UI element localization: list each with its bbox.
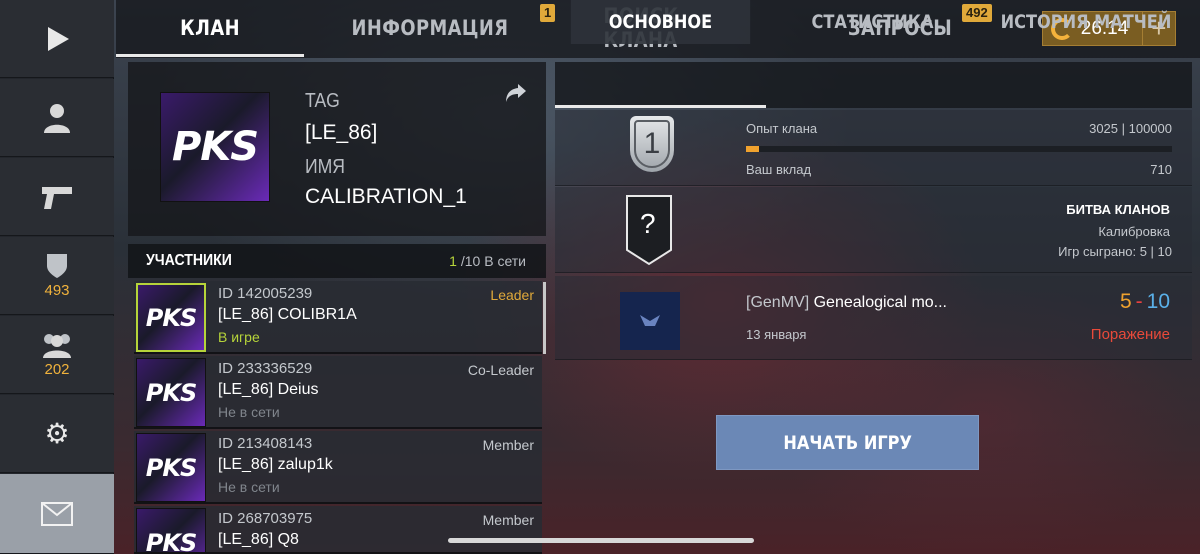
active-tab-indicator xyxy=(116,54,304,57)
tab-clan[interactable]: КЛАН xyxy=(130,0,290,56)
member-id: ID 142005239 xyxy=(218,285,313,302)
friends-icon xyxy=(43,334,71,358)
member-status: Не в сети xyxy=(218,479,280,495)
opponent-logo xyxy=(620,292,680,350)
sidebar-item-mail[interactable] xyxy=(0,474,114,554)
member-status: В игре xyxy=(218,329,260,345)
sidebar-item-friends[interactable]: 202 xyxy=(0,316,114,394)
member-avatar-text: PKS xyxy=(145,378,197,407)
tab-overview[interactable]: ОСНОВНОЕ xyxy=(570,0,751,44)
opponent-name: [GenMV] Genealogical mo... xyxy=(746,294,947,312)
tab-match-history[interactable]: ИСТОРИЯ МАТЧЕЙ xyxy=(992,0,1181,44)
sidebar-item-profile[interactable] xyxy=(0,79,114,157)
information-badge: 1 xyxy=(540,4,556,22)
contribution-value: 710 xyxy=(1150,162,1172,177)
match-score: 5-10 xyxy=(1120,290,1170,314)
eagle-icon xyxy=(640,315,660,326)
clan-level: 1 xyxy=(643,127,661,160)
member-avatar-text: PKS xyxy=(145,528,197,554)
opponent-title: Genealogical mo... xyxy=(813,294,947,311)
clan-level-badge: 1 xyxy=(630,116,674,172)
members-title: УЧАСТНИКИ xyxy=(146,252,232,269)
members-online-count: 1 xyxy=(449,253,457,269)
sidebar-item-settings[interactable]: ⚙ xyxy=(0,395,114,473)
member-role: Co-Leader xyxy=(467,362,534,378)
match-result: Поражение xyxy=(1090,326,1170,343)
profile-icon xyxy=(44,103,70,133)
tab-statistics[interactable]: СТАТИСТИКА xyxy=(785,0,959,44)
member-status: Не в сети xyxy=(218,404,280,420)
clan-logo: PKS xyxy=(160,92,270,202)
clan-xp-value: 3025 | 100000 xyxy=(1089,121,1172,136)
members-scrollbar[interactable] xyxy=(543,282,546,354)
clan-tag-value: [LE_86] xyxy=(305,121,378,144)
clan-battle-games: Игр сыграно: 5 | 10 xyxy=(1058,244,1172,259)
requests-badge: 492 xyxy=(962,4,992,22)
friends-count: 202 xyxy=(44,361,70,378)
pistol-icon xyxy=(42,186,72,209)
member-avatar: PKS xyxy=(136,283,206,352)
score-opponent: 10 xyxy=(1146,290,1170,313)
clan-xp-label: Опыт клана xyxy=(746,121,818,136)
member-avatar-text: PKS xyxy=(145,453,197,482)
clan-name-label: ИМЯ xyxy=(305,156,346,178)
member-id: ID 268703975 xyxy=(218,510,313,527)
clan-logo-text: PKS xyxy=(171,124,259,170)
clan-xp-fill xyxy=(746,146,759,152)
play-icon xyxy=(48,26,69,51)
active-subtab-indicator xyxy=(555,105,766,108)
start-game-button[interactable]: НАЧАТЬ ИГРУ xyxy=(716,415,979,470)
score-own: 5 xyxy=(1119,290,1132,313)
member-name: [LE_86] Deius xyxy=(218,381,319,398)
share-icon[interactable] xyxy=(504,82,528,104)
clan-tag-label: TAG xyxy=(305,90,340,112)
members-header: УЧАСТНИКИ 1 /10 В сети xyxy=(128,244,546,278)
member-name: [LE_86] COLIBR1A xyxy=(218,306,357,323)
contribution-label: Ваш вклад xyxy=(746,162,812,177)
members-online-rest: /10 В сети xyxy=(460,253,526,269)
member-role: Member xyxy=(482,437,534,453)
match-date: 13 января xyxy=(746,327,807,342)
member-avatar: PKS xyxy=(136,433,206,502)
clan-battle-status: Калибровка xyxy=(1098,224,1170,239)
score-separator: - xyxy=(1135,290,1143,313)
mail-icon xyxy=(41,501,73,526)
rank-shield-icon xyxy=(47,254,67,278)
clan-name-value: CALIBRATION_1 xyxy=(305,185,467,208)
battle-badge-label: ? xyxy=(640,208,656,239)
member-avatar: PKS xyxy=(136,358,206,427)
member-avatar-text: PKS xyxy=(145,303,197,332)
member-row[interactable]: PKS ID 268703975 [LE_86] Q8 Member xyxy=(134,506,542,554)
member-row[interactable]: PKS ID 142005239 [LE_86] COLIBR1A В игре… xyxy=(134,281,542,354)
gear-icon: ⚙ xyxy=(44,417,70,449)
member-id: ID 213408143 xyxy=(218,435,313,452)
member-role: Member xyxy=(482,512,534,528)
sub-tab-bar xyxy=(555,62,1192,108)
sidebar: 493 202 ⚙ xyxy=(0,0,114,554)
member-name: [LE_86] zalup1k xyxy=(218,456,333,473)
tab-information[interactable]: ИНФОРМАЦИЯ xyxy=(345,0,515,56)
member-id: ID 233336529 xyxy=(218,360,313,377)
members-online: 1 /10 В сети xyxy=(449,253,526,269)
member-avatar: PKS xyxy=(136,508,206,554)
rank-count: 493 xyxy=(44,282,70,299)
clan-xp-bar xyxy=(746,146,1172,152)
clan-battle-title: БИТВА КЛАНОВ xyxy=(1066,202,1170,217)
home-indicator[interactable] xyxy=(448,538,754,543)
member-name: [LE_86] Q8 xyxy=(218,531,299,548)
opponent-tag: [GenMV] xyxy=(746,294,810,311)
sidebar-item-weapons[interactable] xyxy=(0,158,114,236)
start-game-label: НАЧАТЬ ИГРУ xyxy=(783,431,912,454)
member-row[interactable]: PKS ID 233336529 [LE_86] Deius Не в сети… xyxy=(134,356,542,429)
member-row[interactable]: PKS ID 213408143 [LE_86] zalup1k Не в се… xyxy=(134,431,542,504)
sidebar-item-play[interactable] xyxy=(0,0,114,78)
member-role: Leader xyxy=(490,287,534,303)
sidebar-item-rank[interactable]: 493 xyxy=(0,237,114,315)
